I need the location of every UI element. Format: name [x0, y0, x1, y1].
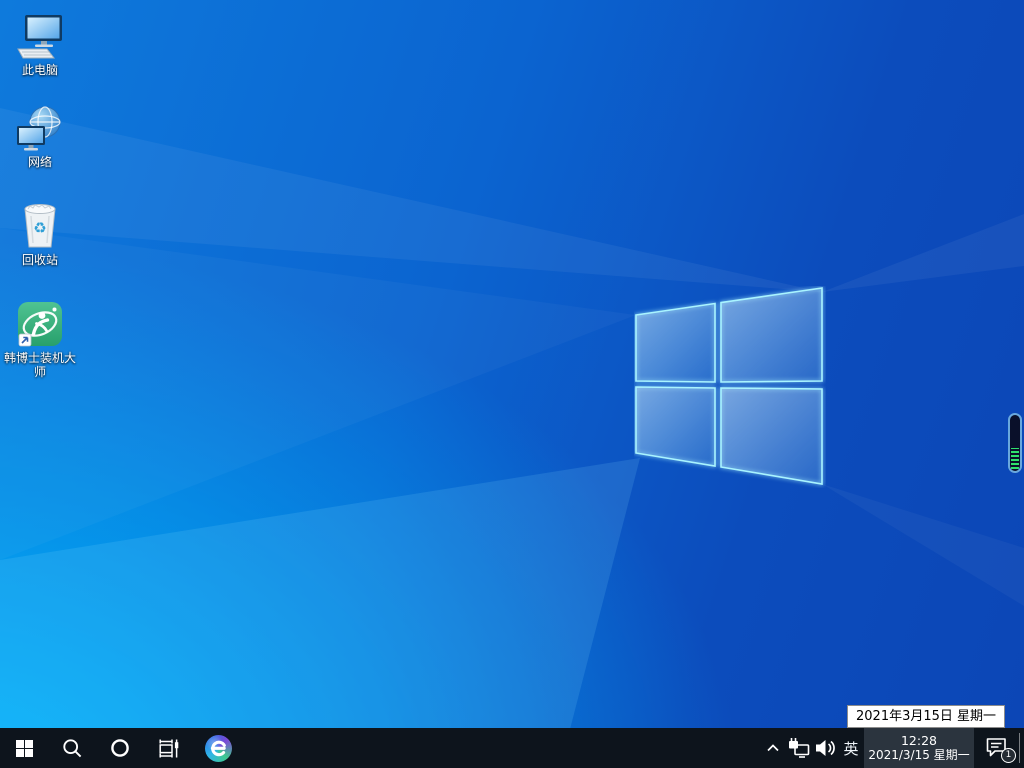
taskbar: 英 12:28 2021/3/15 星期一 1 [0, 728, 1024, 768]
side-level-indicator-fill [1011, 448, 1019, 469]
clock-time: 12:28 [900, 733, 938, 748]
network-icon [1, 102, 79, 152]
side-level-indicator [1008, 413, 1022, 473]
desktop-icon-network[interactable]: 网络 [1, 102, 79, 169]
tray-volume-button[interactable] [812, 728, 838, 768]
start-button[interactable] [0, 728, 48, 768]
ime-label: 英 [843, 739, 859, 758]
task-view-icon [158, 739, 178, 757]
ethernet-network-icon [789, 738, 810, 758]
wallpaper-beam [822, 214, 1024, 292]
svg-text:♻: ♻ [33, 219, 46, 237]
ime-language-indicator[interactable]: 英 [838, 728, 864, 768]
edge-browser-button[interactable] [192, 728, 244, 768]
desktop[interactable]: 此电脑 网络 ♻ 回收站 韩博士装机大师 2021年3月15日 星期一 英 12… [0, 0, 1024, 768]
speaker-volume-icon [816, 740, 835, 756]
this-pc-icon [1, 10, 79, 60]
windows-start-icon [15, 739, 33, 757]
wallpaper-beam [0, 458, 640, 768]
clock-date: 2021/3/15 星期一 [868, 748, 970, 762]
desktop-icon-label: 此电脑 [21, 63, 58, 77]
wallpaper-beam [0, 108, 822, 292]
tray-network-button[interactable] [786, 728, 812, 768]
show-desktop-divider[interactable] [1019, 733, 1020, 763]
task-view-button[interactable] [144, 728, 192, 768]
wallpaper-beam [822, 484, 1024, 606]
date-tooltip: 2021年3月15日 星期一 [847, 705, 1006, 728]
windows-logo-wallpaper [635, 287, 823, 485]
desktop-icon-hanboshi-app[interactable]: 韩博士装机大师 [1, 298, 79, 379]
recycle-bin-icon: ♻ [1, 200, 79, 250]
wallpaper-beam [0, 228, 636, 560]
search-button[interactable] [48, 728, 96, 768]
desktop-icon-recycle-bin[interactable]: ♻ 回收站 [1, 200, 79, 267]
chevron-up-icon [767, 744, 779, 752]
shortcut-arrow-badge [18, 333, 32, 347]
search-icon [62, 738, 81, 757]
edge-icon [204, 734, 232, 762]
tray-show-hidden-icons-button[interactable] [760, 728, 786, 768]
hanboshi-app-icon [1, 298, 79, 348]
cortana-button[interactable] [96, 728, 144, 768]
desktop-icon-label: 韩博士装机大师 [3, 351, 76, 379]
desktop-icon-label: 网络 [27, 155, 52, 169]
cortana-ring-icon [111, 739, 129, 757]
taskbar-clock[interactable]: 12:28 2021/3/15 星期一 [864, 728, 974, 768]
desktop-icon-label: 回收站 [21, 253, 58, 267]
desktop-icon-this-pc[interactable]: 此电脑 [1, 10, 79, 77]
action-center-button[interactable]: 1 [976, 728, 1018, 768]
notification-badge: 1 [1001, 748, 1016, 763]
